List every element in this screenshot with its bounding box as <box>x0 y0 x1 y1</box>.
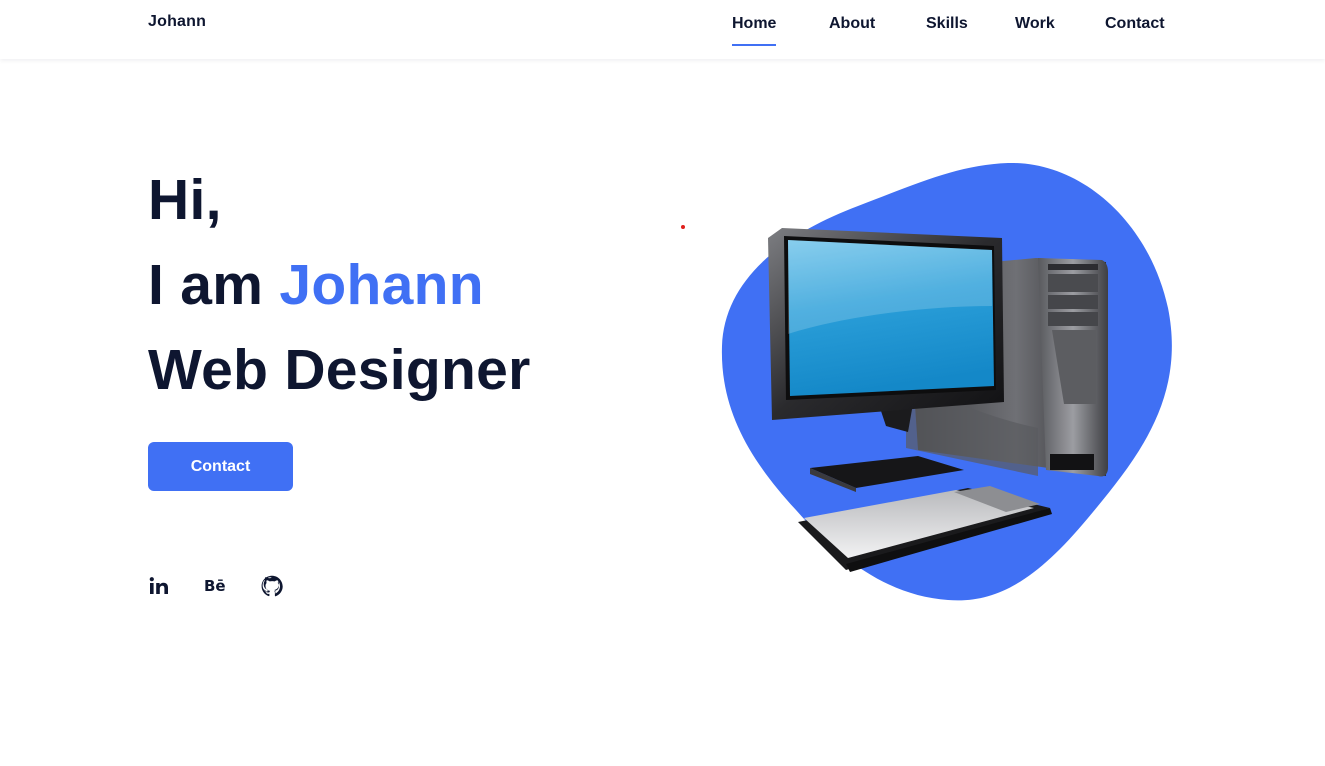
hero-intro-prefix: I am <box>148 253 280 317</box>
nav-link-home[interactable]: Home <box>732 13 777 47</box>
desktop-computer-illustration <box>721 162 1172 601</box>
contact-button[interactable]: Contact <box>148 442 293 491</box>
linkedin-icon[interactable] <box>148 574 172 598</box>
hero-title: Hi, I am Johann Web Designer <box>148 158 531 413</box>
hero-greeting: Hi, <box>148 168 222 232</box>
main-nav: Home About Skills Work Contact <box>0 13 1325 47</box>
linkedin-icon-glyph <box>149 577 168 594</box>
behance-icon[interactable]: Bē <box>204 574 228 598</box>
nav-link-skills[interactable]: Skills <box>926 13 968 47</box>
cursor-dot <box>681 225 685 229</box>
github-icon-glyph <box>261 575 283 597</box>
nav-link-contact[interactable]: Contact <box>1105 13 1165 47</box>
hero-name: Johann <box>279 253 484 317</box>
github-icon[interactable] <box>260 574 284 598</box>
site-header: Johann Home About Skills Work Contact <box>0 0 1325 59</box>
nav-link-work[interactable]: Work <box>1015 13 1055 47</box>
hero-intro: I am Johann <box>148 243 531 328</box>
nav-link-about[interactable]: About <box>829 13 875 47</box>
hero-role: Web Designer <box>148 338 531 402</box>
